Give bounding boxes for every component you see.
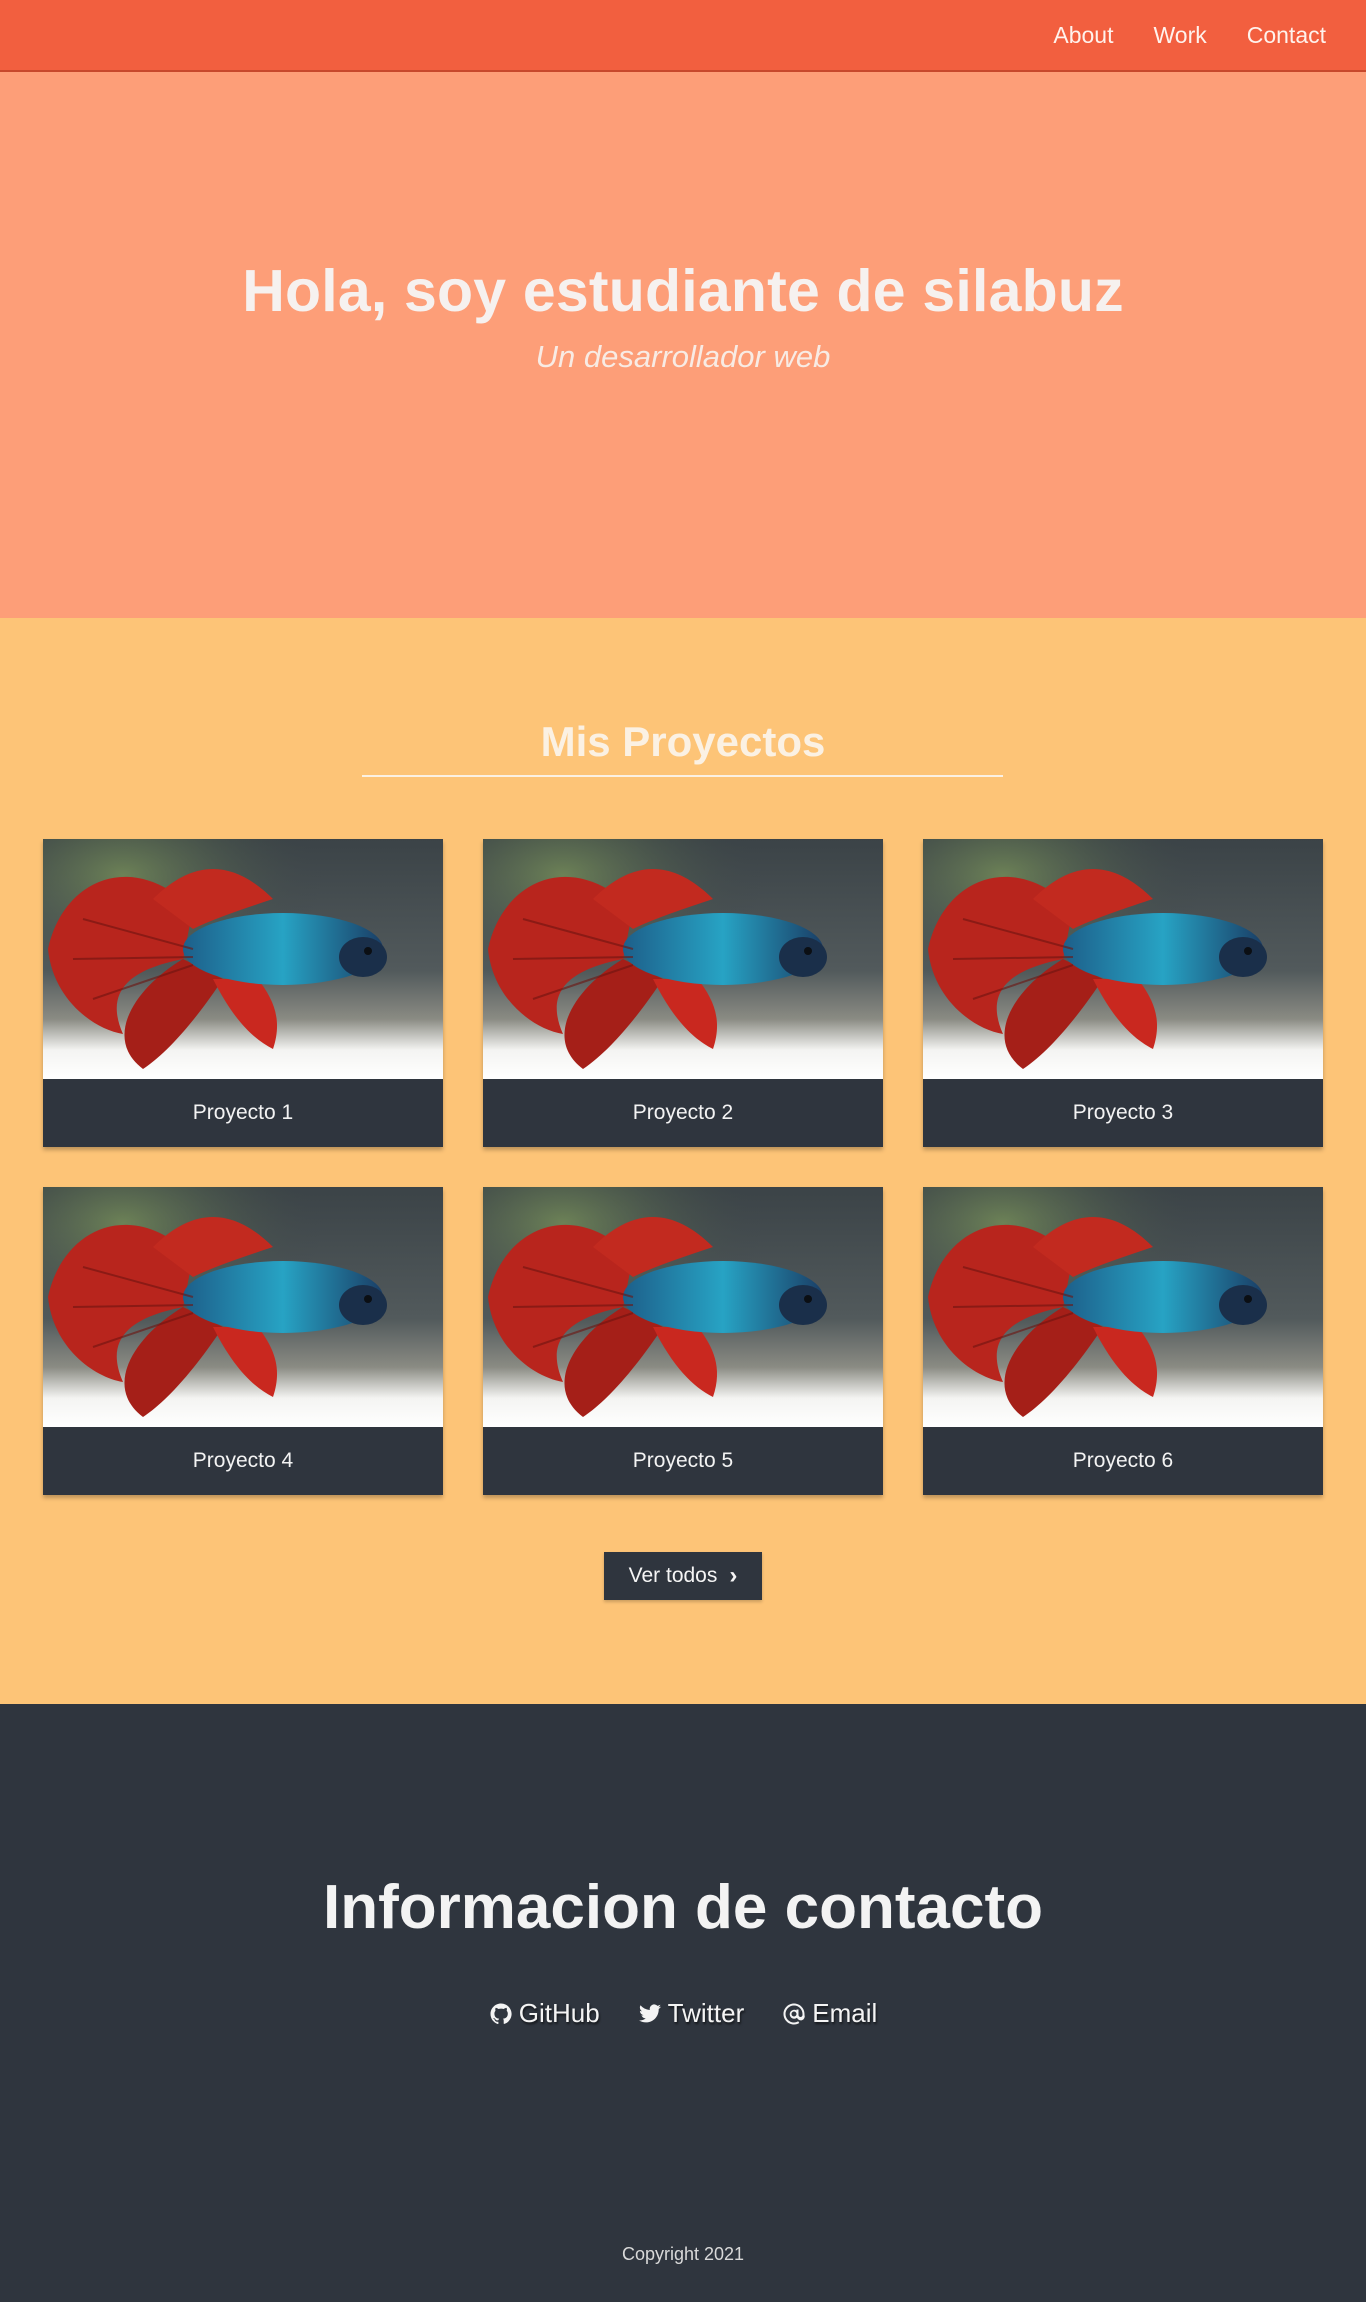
email-label: Email [812,1998,878,2028]
project-caption: Proyecto 5 [632,1449,734,1472]
hero-subtitle: Un desarrollador web [535,339,831,374]
projects-grid: Proyecto 1 Proyecto 2 Proyecto 3 Proyect… [43,839,1323,1495]
project-caption: Proyecto 1 [192,1101,294,1124]
view-all-label: Ver todos [628,1564,718,1587]
nav-link-work[interactable]: Work [1153,22,1206,49]
chevron-right-icon: › [729,1562,738,1589]
view-all-button[interactable]: Ver todos › [604,1552,762,1600]
projects-section: Mis Proyectos Proyecto 1 Proyecto 2 Proy… [0,618,1366,1704]
project-card[interactable]: Proyecto 2 [483,839,883,1147]
project-card[interactable]: Proyecto 5 [483,1187,883,1495]
github-icon [490,2003,512,2024]
project-card[interactable]: Proyecto 4 [43,1187,443,1495]
betta-fish-image [923,839,1323,1079]
contact-section: Informacion de contacto GitHub Twitter E… [0,1704,1366,2302]
project-card[interactable]: Proyecto 1 [43,839,443,1147]
project-caption: Proyecto 2 [632,1101,734,1124]
project-caption: Proyecto 3 [1072,1101,1174,1124]
betta-fish-image [43,1187,443,1427]
betta-fish-image [43,839,443,1079]
at-icon [783,2003,805,2024]
project-card[interactable]: Proyecto 3 [923,839,1323,1147]
nav-link-about[interactable]: About [1053,22,1113,49]
twitter-link[interactable]: Twitter [638,1998,745,2029]
hero-section: Hola, soy estudiante de silabuz Un desar… [0,72,1366,618]
top-navbar: About Work Contact [0,0,1366,72]
hero-title: Hola, soy estudiante de silabuz [242,258,1124,324]
betta-fish-image [923,1187,1323,1427]
title-underline [362,775,1003,777]
projects-title: Mis Proyectos [540,718,826,765]
project-caption: Proyecto 4 [192,1449,294,1472]
copyright: Copyright 2021 [621,2244,745,2264]
github-label: GitHub [518,1998,600,2028]
github-link[interactable]: GitHub [489,1998,600,2029]
project-caption: Proyecto 6 [1072,1449,1174,1472]
nav-link-contact[interactable]: Contact [1247,22,1326,49]
contact-title: Informacion de contacto [323,1873,1043,1942]
project-card[interactable]: Proyecto 6 [923,1187,1323,1495]
betta-fish-image [483,1187,883,1427]
betta-fish-image [483,839,883,1079]
email-link[interactable]: Email [782,1998,877,2029]
twitter-label: Twitter [667,1998,745,2028]
twitter-icon [638,2003,661,2022]
contact-links: GitHub Twitter Email [0,1998,1366,2029]
